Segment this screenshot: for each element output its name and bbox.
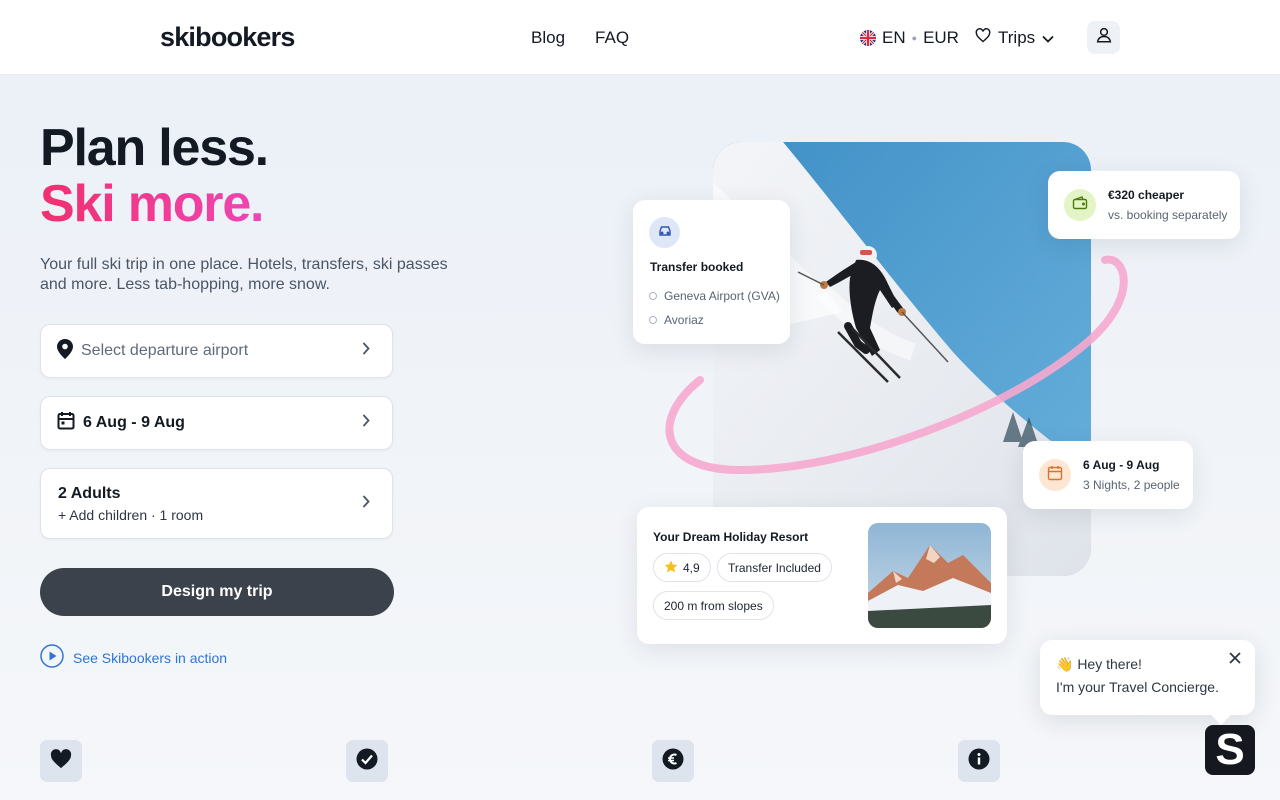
- separator-dot: ●: [911, 33, 918, 43]
- resort-mountain-image: [868, 523, 991, 628]
- uk-flag-icon: [860, 30, 876, 46]
- logo[interactable]: skibookers: [160, 22, 295, 53]
- route-end-marker: [649, 316, 657, 324]
- departure-airport-field[interactable]: Select departure airport: [40, 324, 393, 378]
- dates-card: 6 Aug - 9 Aug 3 Nights, 2 people: [1023, 441, 1193, 509]
- guests-count: 2 Adults: [58, 484, 121, 502]
- date-range-field[interactable]: 6 Aug - 9 Aug: [40, 396, 393, 450]
- guests-field[interactable]: 2 Adults + Add children · 1 room: [40, 468, 393, 539]
- transfer-to: Avoriaz: [649, 313, 704, 327]
- savings-badge: [1064, 189, 1096, 221]
- nav-link-faq[interactable]: FAQ: [595, 28, 629, 48]
- transfer-included-chip: Transfer Included: [717, 553, 832, 582]
- guests-add-children: + Add children · 1 room: [58, 506, 204, 523]
- video-demo-link[interactable]: See Skibookers in action: [40, 644, 227, 671]
- chat-bubble-tail: [1211, 705, 1231, 725]
- nav-link-blog[interactable]: Blog: [531, 28, 565, 48]
- check-icon: [356, 748, 378, 775]
- trips-label: Trips: [998, 28, 1036, 47]
- chat-message: I'm your Travel Concierge.: [1056, 679, 1219, 695]
- site-header: skibookers Blog FAQ EN ● EUR Trips: [0, 0, 1280, 75]
- chat-launcher-button[interactable]: S: [1205, 725, 1255, 775]
- video-demo-label: See Skibookers in action: [73, 649, 228, 666]
- chevron-right-icon: [362, 414, 370, 432]
- hero-title-line1: Plan less.: [40, 119, 269, 177]
- transfer-badge: [649, 217, 680, 248]
- transfer-from-label: Geneva Airport (GVA): [664, 289, 780, 303]
- main-nav: Blog FAQ: [531, 28, 629, 48]
- transfer-title: Transfer booked: [650, 260, 744, 274]
- locale-switcher[interactable]: EN ● EUR: [860, 28, 959, 48]
- resort-card: Your Dream Holiday Resort 4,9 Transfer I…: [637, 507, 1007, 644]
- feature-tile: [40, 740, 82, 782]
- transfer-card: Transfer booked Geneva Airport (GVA) Avo…: [633, 200, 790, 344]
- resort-title: Your Dream Holiday Resort: [653, 530, 809, 544]
- heart-icon: [50, 748, 72, 774]
- feature-tile: [958, 740, 1000, 782]
- dates-badge: [1039, 459, 1071, 491]
- feature-tile: [652, 740, 694, 782]
- chevron-down-icon: [1042, 28, 1054, 48]
- play-icon: [40, 644, 64, 671]
- rating-value: 4,9: [683, 560, 700, 575]
- chat-greeting: 👋 Hey there!: [1056, 656, 1142, 672]
- info-icon: [968, 748, 990, 775]
- car-icon: [658, 224, 672, 242]
- departure-airport-placeholder: Select departure airport: [81, 342, 249, 359]
- chevron-right-icon: [362, 342, 370, 360]
- euro-icon: [662, 748, 684, 775]
- savings-card: €320 cheaper vs. booking separately: [1048, 171, 1240, 239]
- date-range-value: 6 Aug - 9 Aug: [83, 414, 185, 431]
- chevron-right-icon: [362, 494, 370, 513]
- transfer-to-label: Avoriaz: [664, 313, 704, 327]
- user-icon: [1095, 26, 1113, 49]
- transfer-from: Geneva Airport (GVA): [649, 289, 780, 303]
- heart-outline-icon: [975, 28, 991, 48]
- feature-tile: [346, 740, 388, 782]
- language-label: EN: [882, 28, 906, 47]
- design-trip-button[interactable]: Design my trip: [40, 568, 394, 616]
- hero-title-line2: Ski more.: [40, 176, 268, 232]
- rating-chip: 4,9: [653, 553, 711, 582]
- star-icon: [664, 560, 678, 576]
- calendar-icon: [1047, 465, 1063, 486]
- distance-chip: 200 m from slopes: [653, 591, 774, 620]
- hero-title: Plan less. Ski more.: [40, 119, 269, 232]
- calendar-icon: [57, 411, 75, 435]
- trips-menu[interactable]: Trips: [975, 28, 1054, 48]
- location-pin-icon: [57, 338, 73, 364]
- account-button[interactable]: [1087, 21, 1120, 54]
- dates-range: 6 Aug - 9 Aug: [1083, 458, 1160, 472]
- savings-amount: €320 cheaper: [1108, 188, 1185, 202]
- route-start-marker: [649, 292, 657, 300]
- savings-note: vs. booking separately: [1108, 208, 1228, 222]
- chat-bubble: 👋 Hey there! I'm your Travel Concierge.: [1040, 640, 1255, 725]
- currency-label: EUR: [923, 28, 959, 47]
- chat-launcher-letter: S: [1215, 725, 1245, 774]
- close-icon[interactable]: [1229, 651, 1241, 669]
- dates-summary: 3 Nights, 2 people: [1083, 478, 1180, 492]
- wallet-icon: [1072, 195, 1088, 215]
- hero-subtitle: Your full ski trip in one place. Hotels,…: [40, 256, 448, 293]
